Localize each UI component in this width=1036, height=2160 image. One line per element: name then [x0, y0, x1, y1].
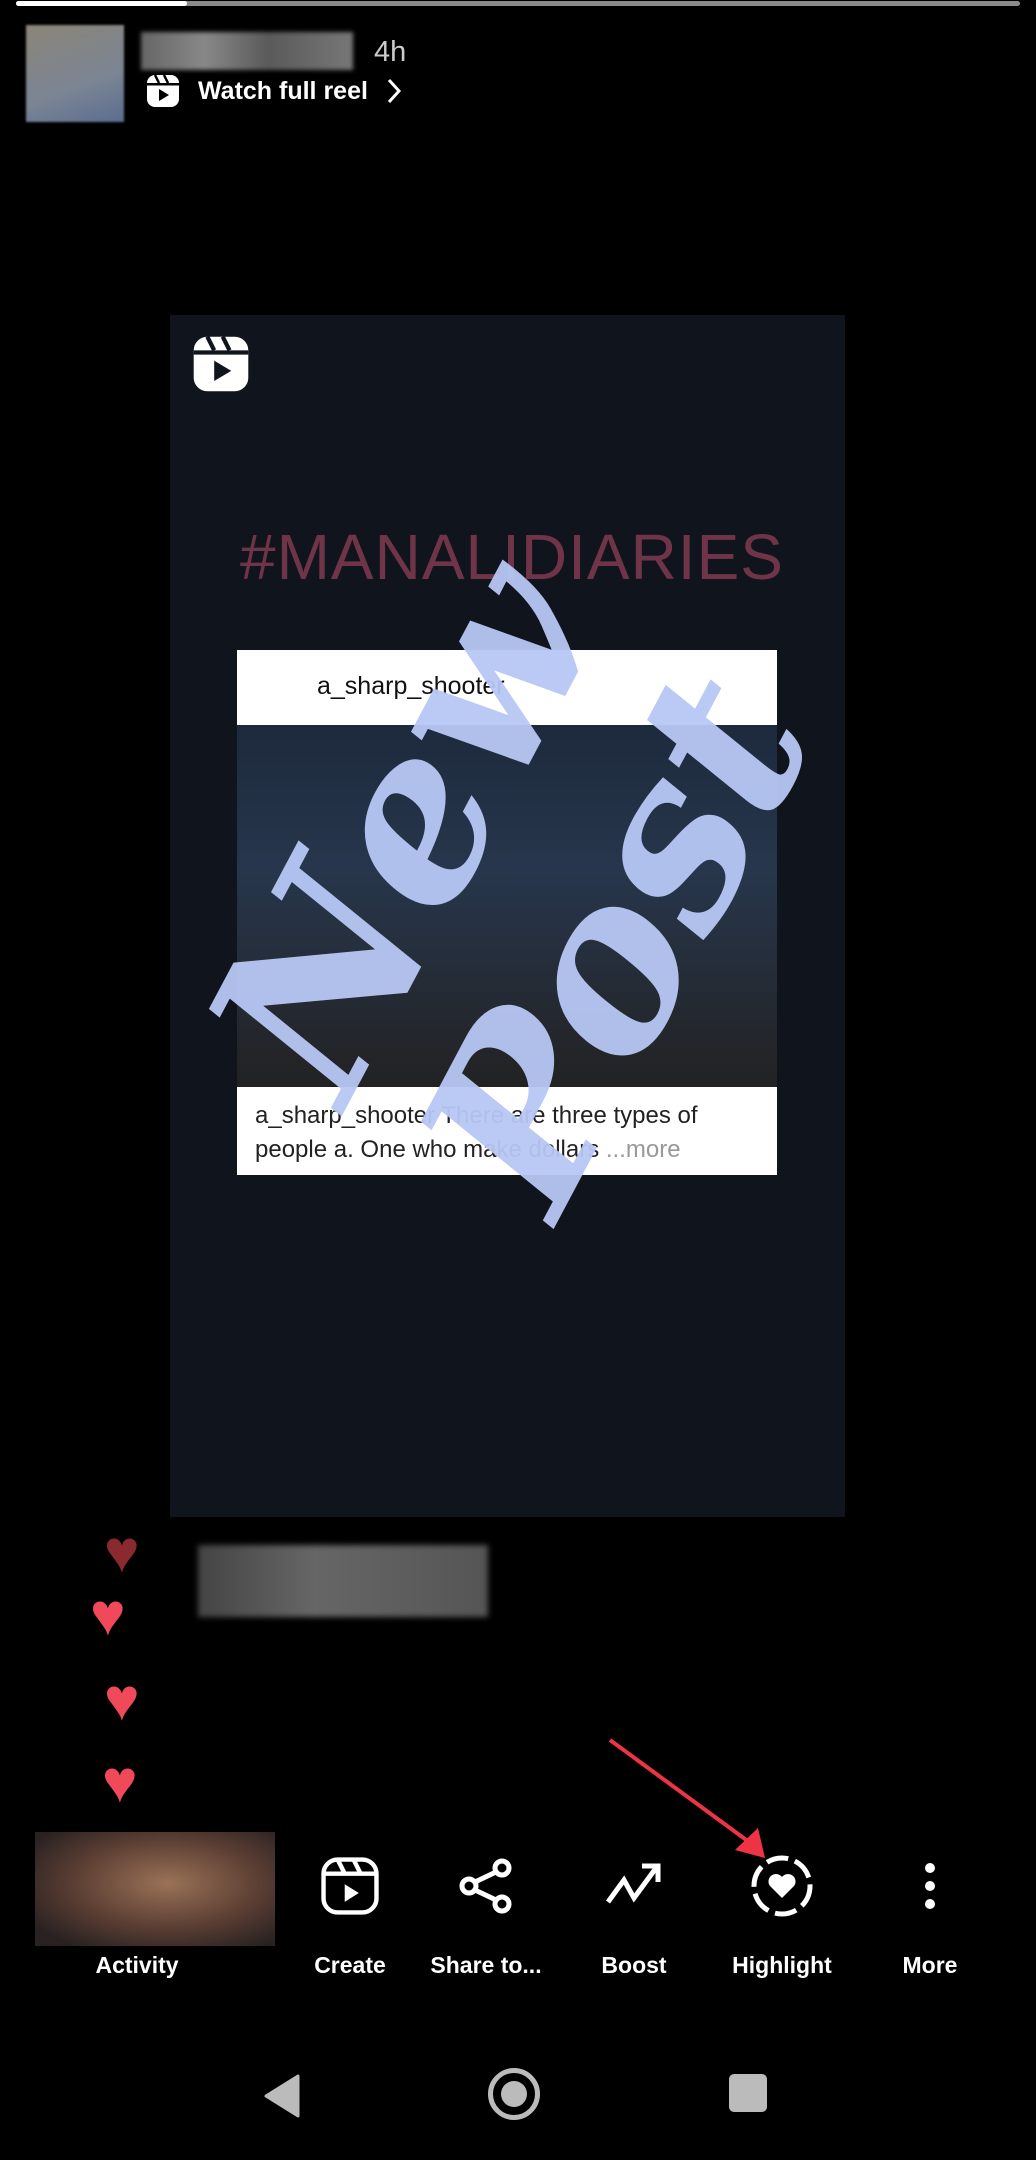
- highlight-button[interactable]: [717, 1850, 847, 1922]
- activity-thumbnail[interactable]: [35, 1832, 275, 1946]
- watch-full-reel-label: Watch full reel: [198, 76, 368, 105]
- heart-reaction-icon: ♥: [104, 1666, 140, 1733]
- share-to-button[interactable]: [421, 1850, 551, 1922]
- heart-reaction-icon: ♥: [90, 1581, 126, 1648]
- highlight-heart-icon: [751, 1855, 813, 1917]
- more-label[interactable]: More: [850, 1952, 1010, 1979]
- highlight-label[interactable]: Highlight: [702, 1952, 862, 1979]
- timestamp: 4h: [374, 36, 407, 68]
- heart-reaction-icon: ♥: [102, 1748, 138, 1815]
- red-arrow-annotation: [608, 1738, 765, 1858]
- nav-home-button[interactable]: [488, 2068, 540, 2120]
- trend-up-icon: [605, 1863, 661, 1904]
- reel-icon: [147, 74, 179, 107]
- viewer-name-blurred: [198, 1545, 488, 1617]
- reel-icon: [321, 1857, 379, 1915]
- story-progress-bar: [16, 1, 1020, 6]
- username-blurred[interactable]: [141, 32, 353, 70]
- avatar[interactable]: [26, 25, 124, 122]
- boost-button[interactable]: [569, 1850, 699, 1922]
- more-button[interactable]: [865, 1850, 995, 1922]
- nav-back-icon[interactable]: [262, 2074, 302, 2118]
- share-to-label[interactable]: Share to...: [406, 1952, 566, 1979]
- watch-full-reel-link[interactable]: Watch full reel: [146, 74, 402, 108]
- activity-label[interactable]: Activity: [57, 1952, 217, 1979]
- chevron-right-icon: [387, 78, 401, 104]
- create-button[interactable]: [285, 1850, 415, 1922]
- share-icon: [459, 1858, 512, 1914]
- more-vertical-icon: [925, 1863, 935, 1909]
- nav-recents-button[interactable]: [729, 2074, 767, 2112]
- reel-icon: [193, 335, 249, 392]
- story-progress-fill: [16, 1, 187, 6]
- reel-preview-card[interactable]: #MANALIDIARIES a_sharp_shooter a_sharp_s…: [170, 315, 845, 1517]
- heart-reaction-icon: ♥: [104, 1518, 140, 1585]
- boost-label[interactable]: Boost: [554, 1952, 714, 1979]
